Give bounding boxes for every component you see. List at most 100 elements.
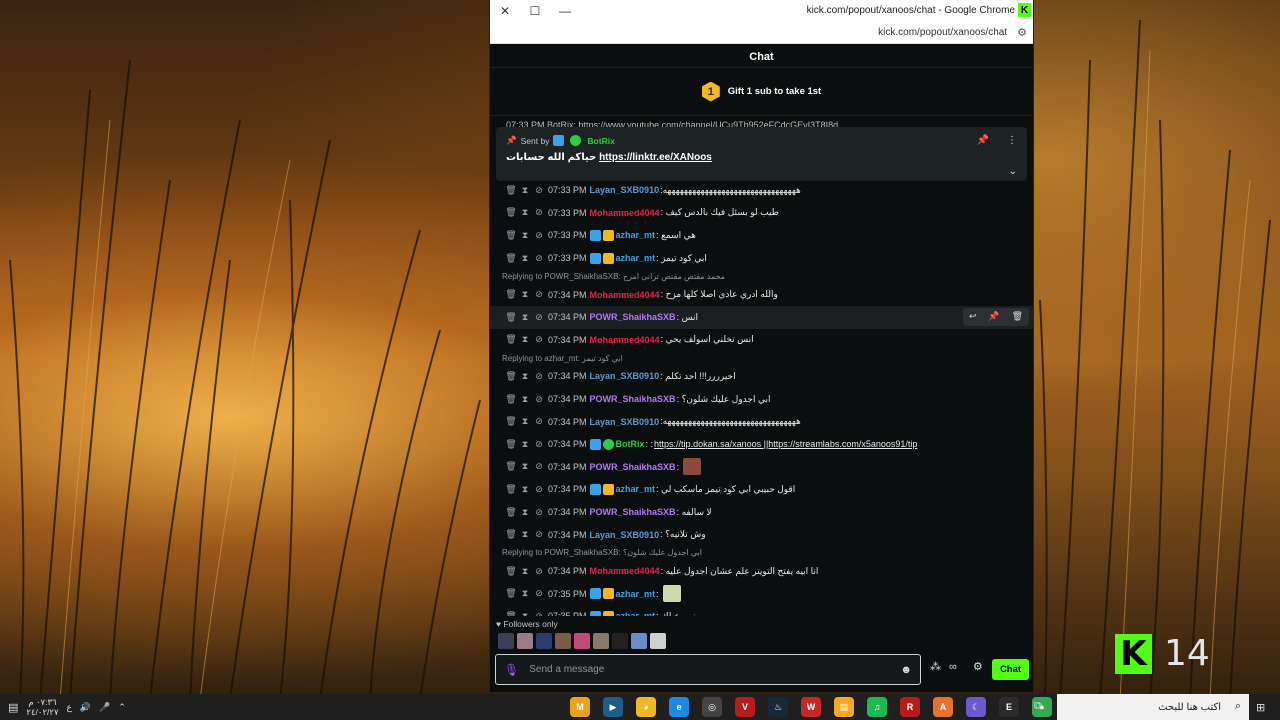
pinned-link[interactable]: https://linktr.ee/XANoos [599,152,712,163]
emote[interactable] [593,633,609,649]
message-username[interactable]: Layan_SXB0910 [590,371,660,381]
gift-leaderboard-banner[interactable]: 1 Gift 1 sub to take 1st [490,68,1033,116]
taskbar-app-icon[interactable]: ♫ [867,697,887,717]
chevron-up-icon[interactable]: ⌃ [118,702,126,713]
taskbar-app-icon[interactable]: W [801,697,821,717]
points-icon[interactable]: ⁂ [930,660,941,673]
taskbar-app-icon[interactable]: R [900,697,920,717]
timeout-icon[interactable]: ⧗ [518,334,532,345]
chat-message[interactable]: 🗑 ⧗ ⊘ 07:34 PM Mohammed4044: انس تخلني اسولف… [490,329,1033,352]
taskbar-app-icon[interactable]: ▶ [603,697,623,717]
taskbar-app-icon[interactable]: ▤ [834,697,854,717]
taskbar-app-icon[interactable]: ◎ [702,697,722,717]
chat-message[interactable]: 🗑 ⧗ ⊘ 07:33 PM azhar_mt: ابي كود تيمز [490,247,1033,270]
ban-icon[interactable]: ⊘ [532,611,546,616]
taskbar-app-icon[interactable]: e [669,697,689,717]
notification-center-icon[interactable]: ▤ [8,701,18,714]
ban-icon[interactable]: ⊘ [532,461,546,472]
delete-icon[interactable]: 🗑 [504,371,518,382]
emote[interactable] [612,633,628,649]
ban-icon[interactable]: ⊘ [532,312,546,323]
system-clock[interactable]: ٠٧:٣٦ م ٢٤/٠٢/٢٧ [26,697,58,717]
taskbar-app-icon[interactable]: V [735,697,755,717]
taskbar-app-icon[interactable]: M [570,697,590,717]
microphone-tray-icon[interactable]: 🎤 [99,702,110,713]
message-username[interactable]: POWR_ShaikhaSXB [590,507,676,517]
message-username[interactable]: Mohammed4044 [590,335,660,345]
chat-message[interactable]: 🗑 ⧗ ⊘ 07:34 PM POWR_ShaikhaSXB: انس ↩ 📌 🗑 [490,305,1033,329]
emote[interactable] [517,633,533,649]
timeout-icon[interactable]: ⧗ [518,312,532,323]
message-link[interactable]: https://tip.dokan.sa/xanoos ||https://st… [654,439,917,449]
timeout-icon[interactable]: ⧗ [518,484,532,495]
address-bar[interactable]: kick.com/popout/xanoos/chat ⚙ [490,22,1033,44]
delete-icon[interactable]: 🗑 [504,394,518,405]
chat-message[interactable]: 🗑 ⧗ ⊘ 07:34 PM Layan_SXB0910: اخيرررر!!! احد… [490,365,1033,388]
ban-icon[interactable]: ⊘ [532,394,546,405]
emote[interactable] [536,633,552,649]
message-username[interactable]: azhar_mt [616,589,656,599]
ban-icon[interactable]: ⊘ [532,371,546,382]
delete-icon[interactable]: 🗑 [504,566,518,577]
delete-icon[interactable]: 🗑 [504,334,518,345]
taskbar-search[interactable]: اكتب هنا للبحث ⌕ [1057,694,1249,720]
ban-icon[interactable]: ⊘ [532,588,546,599]
chat-message[interactable]: 🗑 ⧗ ⊘ 07:34 PM BotRix: : https://tip.dokan.sa… [490,433,1033,456]
chat-message[interactable]: 🗑 ⧗ ⊘ 07:33 PM azhar_mt: هي اسمع [490,224,1033,247]
message-username[interactable]: azhar_mt [616,484,656,494]
chat-message[interactable]: 🗑 ⧗ ⊘ 07:33 PM Mohammed4044: طيب لو بسئل فيك… [490,202,1033,225]
chat-message[interactable]: 🗑 ⧗ ⊘ 07:35 PM azhar_mt: [490,583,1033,606]
ban-icon[interactable]: ⊘ [532,529,546,540]
delete-icon[interactable]: 🗑 [504,611,518,616]
taskbar-app-icon[interactable]: E [999,697,1019,717]
task-view-icon[interactable]: ⧉ [1034,700,1042,713]
ban-icon[interactable]: ⊘ [532,507,546,518]
ban-icon[interactable]: ⊘ [532,185,546,196]
reply-icon[interactable]: ↩ [969,311,977,322]
speaker-icon[interactable]: 🔊 [80,702,91,713]
minimize-icon[interactable]: — [550,4,580,18]
pin-message-icon[interactable]: 📌 [988,311,999,322]
taskbar-app-icon[interactable]: ♨ [768,697,788,717]
timeout-icon[interactable]: ⧗ [518,253,532,264]
delete-icon[interactable]: 🗑 [504,253,518,264]
chat-message[interactable]: 🗑 ⧗ ⊘ 07:34 PM azhar_mt: اقول حبيبي ابي كود … [490,478,1033,501]
chat-message[interactable]: 🗑⧗⊘07:35 PM azhar_mt: من زين عيلك [490,605,1033,616]
message-username[interactable]: Layan_SXB0910 [590,530,660,540]
taskbar-app-icon[interactable]: ☾ [966,697,986,717]
message-username[interactable]: BotRix [616,439,645,449]
delete-icon[interactable]: 🗑 [504,312,518,323]
ban-icon[interactable]: ⊘ [532,416,546,427]
timeout-icon[interactable]: ⧗ [518,230,532,241]
infinity-icon[interactable]: ∞ [949,661,957,673]
chat-message[interactable]: 🗑 ⧗ ⊘ 07:34 PM POWR_ShaikhaSXB: ابي اجدول عل… [490,388,1033,411]
ban-icon[interactable]: ⊘ [532,439,546,450]
timeout-icon[interactable]: ⧗ [518,566,532,577]
message-input[interactable]: 🎙 Send a message ☻ [495,654,921,685]
taskbar-app-icon[interactable]: A [933,697,953,717]
language-indicator[interactable]: ع [67,702,72,713]
ban-icon[interactable]: ⊘ [532,253,546,264]
delete-icon[interactable]: 🗑 [504,484,518,495]
timeout-icon[interactable]: ⧗ [518,289,532,300]
ban-icon[interactable]: ⊘ [532,207,546,218]
timeout-icon[interactable]: ⧗ [518,439,532,450]
chat-message[interactable]: 🗑 ⧗ ⊘ 07:34 PM Mohammed4044: والله ادري عادي… [490,283,1033,306]
site-settings-icon[interactable]: ⚙ [1017,26,1027,39]
delete-icon[interactable]: 🗑 [504,461,518,472]
timeout-icon[interactable]: ⧗ [518,207,532,218]
message-username[interactable]: azhar_mt [616,230,656,240]
message-username[interactable]: Mohammed4044 [590,208,660,218]
more-options-icon[interactable]: ⋮ [1007,135,1017,146]
message-username[interactable]: POWR_ShaikhaSXB [590,394,676,404]
delete-message-icon[interactable]: 🗑 [1012,311,1023,322]
emote[interactable] [498,633,514,649]
chat-message[interactable]: 🗑 ⧗ ⊘ 07:34 PM POWR_ShaikhaSXB: [490,456,1033,479]
close-icon[interactable]: ✕ [490,4,520,18]
chat-message[interactable]: 🗑 ⧗ ⊘ 07:34 PM POWR_ShaikhaSXB: لا سالفه [490,501,1033,524]
delete-icon[interactable]: 🗑 [504,207,518,218]
delete-icon[interactable]: 🗑 [504,416,518,427]
pinned-user[interactable]: BotRix [587,136,614,146]
message-username[interactable]: Mohammed4044 [590,290,660,300]
unpin-icon[interactable]: 📌 [977,135,989,146]
